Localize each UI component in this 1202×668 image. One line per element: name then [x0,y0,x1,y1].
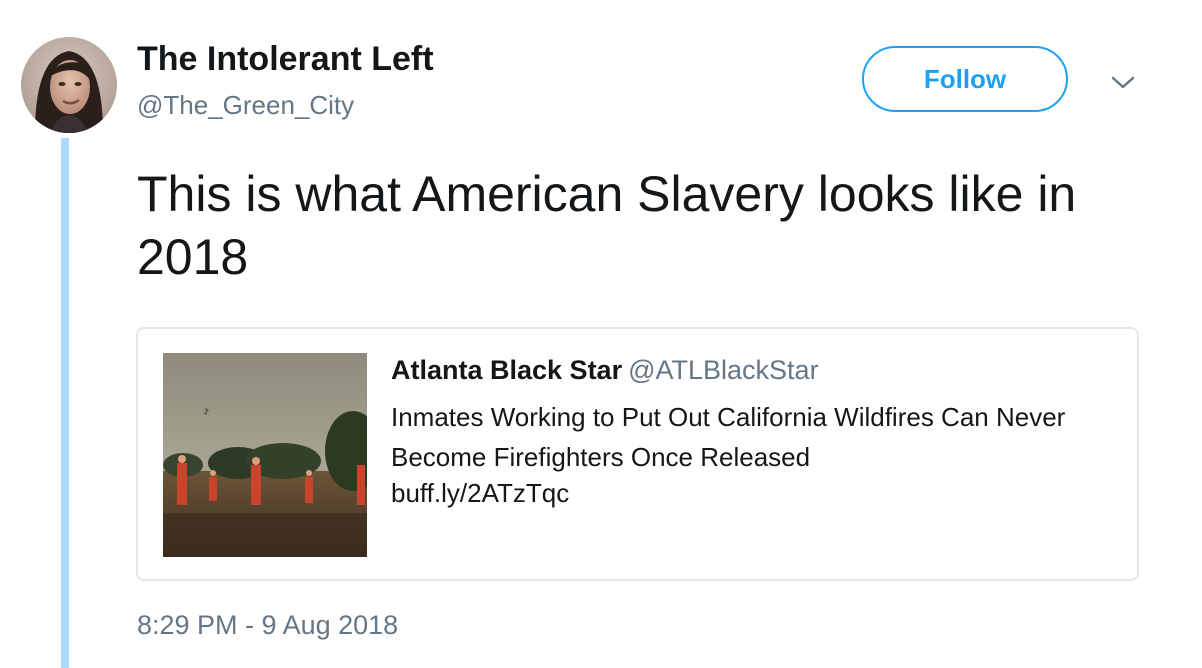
card-author-line: Atlanta Black Star @ATLBlackStar [391,355,819,386]
thread-line [61,138,69,668]
tweet-container: The Intolerant Left @The_Green_City Foll… [0,0,1202,668]
quoted-tweet-card[interactable]: Atlanta Black Star @ATLBlackStar Inmates … [136,327,1139,581]
card-link[interactable]: buff.ly/2ATzTqc [391,478,569,509]
author-display-name[interactable]: The Intolerant Left [137,40,434,79]
avatar[interactable] [21,37,117,133]
avatar-image [21,37,117,133]
follow-button[interactable]: Follow [862,46,1068,112]
card-author-name: Atlanta Black Star [391,355,623,385]
author-handle[interactable]: @The_Green_City [137,90,354,121]
chevron-down-icon[interactable] [1108,70,1138,94]
card-text: Inmates Working to Put Out California Wi… [391,402,1066,472]
card-author-handle: @ATLBlackStar [628,355,819,385]
tweet-timestamp[interactable]: 8:29 PM - 9 Aug 2018 [137,610,398,641]
tweet-text: This is what American Slavery looks like… [137,166,1077,285]
card-image [163,353,367,557]
